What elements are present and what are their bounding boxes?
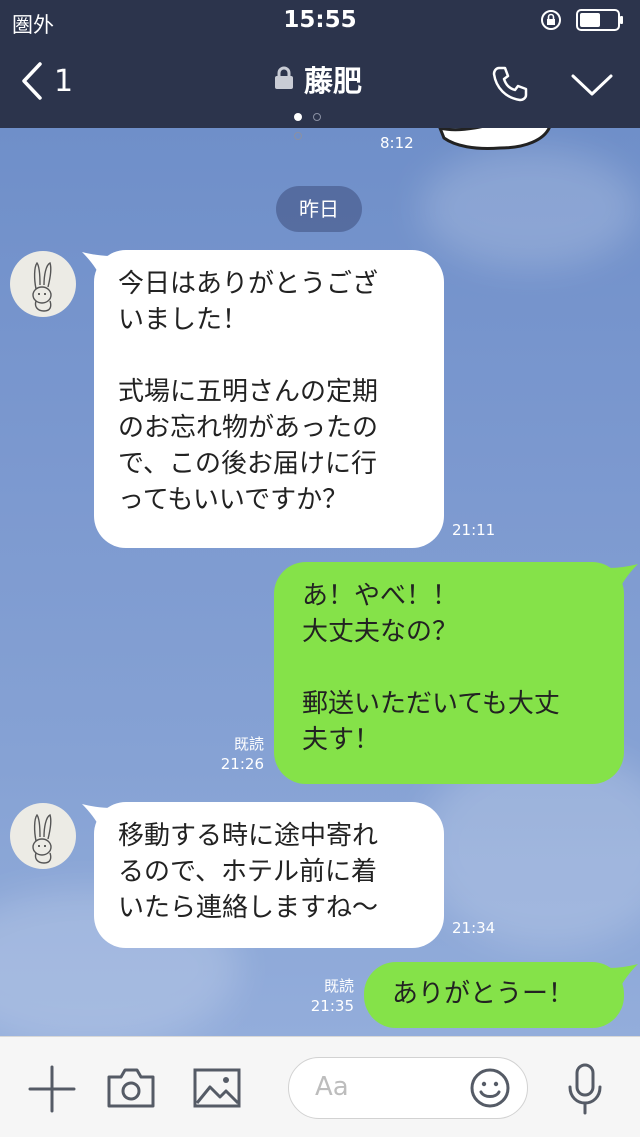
message-bubble-outgoing[interactable]: ありがとうー！ <box>364 962 624 1028</box>
phone-icon[interactable] <box>490 64 530 104</box>
avatar[interactable] <box>10 251 76 317</box>
microphone-icon[interactable] <box>566 1063 604 1115</box>
chevron-down-icon[interactable] <box>570 72 614 98</box>
read-receipt: 既読 <box>233 735 264 753</box>
input-bar: Aa <box>0 1036 640 1137</box>
battery-icon <box>576 9 623 31</box>
sticker-partial <box>438 128 551 150</box>
rabbit-avatar-icon <box>32 813 52 864</box>
message-time: 21:35 <box>310 997 354 1015</box>
read-receipt: 既読 <box>323 977 354 995</box>
message-bubble-incoming[interactable]: 今日はありがとうござ いました！ 式場に五明さんの定期 のお忘れ物があったの で… <box>94 250 444 548</box>
message-bubble-incoming[interactable]: 移動する時に途中寄れ るので、ホテル前に着 いたら連絡しますね〜 <box>94 802 444 948</box>
image-icon[interactable] <box>192 1067 242 1109</box>
message-input[interactable]: Aa <box>288 1057 528 1119</box>
background-cloud <box>420 148 640 268</box>
unread-count[interactable]: 1 <box>54 64 73 99</box>
nav-bar: 1 藤肥 <box>0 44 640 140</box>
message-meta: 既読 21:26 <box>204 734 264 774</box>
message-bubble-outgoing[interactable]: あ！やべ！！ 大丈夫なの？ 郵送いただいても大丈 夫す！ <box>274 562 624 784</box>
emoji-icon[interactable] <box>469 1067 511 1109</box>
page-dot <box>294 132 302 140</box>
message-time: 21:11 <box>452 521 496 539</box>
message-time: 21:34 <box>452 919 496 937</box>
camera-icon[interactable] <box>106 1067 156 1109</box>
plus-icon[interactable] <box>28 1065 76 1113</box>
avatar[interactable] <box>10 803 76 869</box>
rabbit-avatar-icon <box>32 261 52 312</box>
message-time: 8:12 <box>380 134 414 152</box>
chat-title[interactable]: 藤肥 <box>304 58 362 100</box>
chat-header: 圏外 15:55 1 藤肥 <box>0 0 640 140</box>
lock-icon <box>275 66 293 89</box>
message-time: 21:26 <box>220 755 264 773</box>
date-separator: 昨日 <box>276 186 362 232</box>
status-bar: 圏外 15:55 <box>0 0 640 44</box>
rotation-lock-icon <box>541 10 561 30</box>
back-chevron-icon[interactable] <box>18 60 48 102</box>
chat-area[interactable]: 8:12 昨日 今日はありがとうござ いました！ 式場に五明さんの定期 のお忘れ… <box>0 128 640 1036</box>
message-meta: 既読 21:35 <box>294 976 354 1016</box>
input-placeholder: Aa <box>315 1072 349 1102</box>
page-dot <box>313 113 321 121</box>
page-indicator <box>294 106 350 140</box>
page-dot-active <box>294 113 302 121</box>
